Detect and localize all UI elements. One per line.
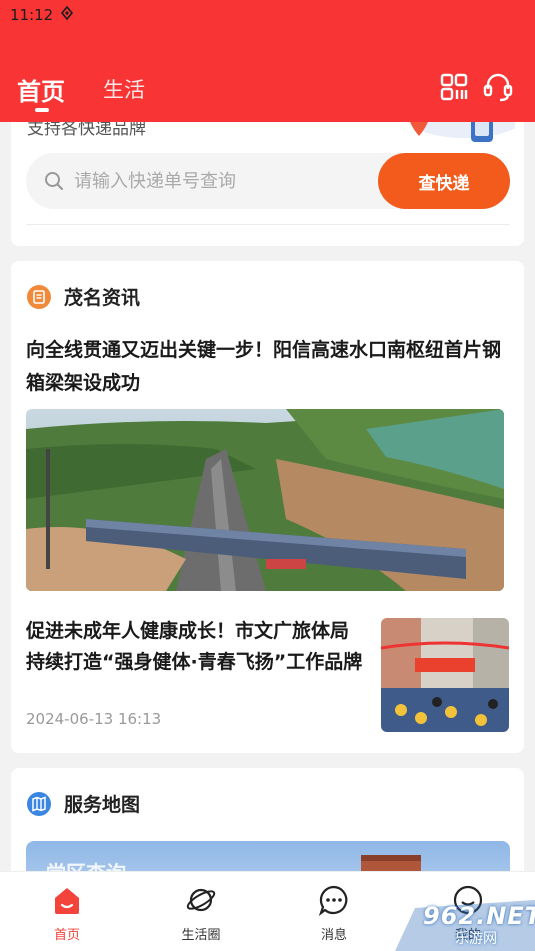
highway-photo — [26, 409, 504, 591]
message-icon — [318, 885, 348, 916]
news-list-item[interactable]: 促进未成年人健康成长！市文广旅体局持续打造“强身健体·青春飞扬”工作品牌 202… — [26, 616, 511, 736]
news-headline[interactable]: 向全线贯通又迈出关键一步！阳信高速水口南枢纽首片钢箱梁架设成功 — [26, 334, 511, 400]
tab-active-indicator — [35, 108, 49, 112]
query-express-button[interactable]: 查快递 — [378, 153, 510, 209]
tab-home[interactable]: 首页 — [17, 72, 65, 107]
watermark: 962.NET 乐游网 — [395, 898, 535, 951]
nav-label: 消息 — [320, 928, 347, 943]
news-card: 茂名资讯 向全线贯通又迈出关键一步！阳信高速水口南枢纽首片钢箱梁架设成功 促进未… — [11, 261, 524, 753]
nav-label: 首页 — [53, 928, 80, 943]
nav-messages[interactable]: 消息 — [289, 872, 379, 951]
status-time: 11:12 — [10, 6, 54, 24]
nav-home[interactable]: 首页 — [22, 872, 112, 951]
customer-service-icon[interactable] — [481, 70, 515, 104]
news-thumbnail — [381, 618, 509, 732]
planet-icon — [186, 888, 216, 912]
search-icon — [45, 172, 64, 191]
express-number-input[interactable] — [74, 161, 364, 201]
service-map-card: 服务地图 党区查询 — [11, 768, 524, 901]
home-icon — [55, 888, 79, 914]
divider — [26, 224, 510, 225]
news-headline: 促进未成年人健康成长！市文广旅体局持续打造“强身健体·青春飞扬”工作品牌 — [26, 620, 363, 673]
map-icon — [27, 792, 51, 816]
location-status-icon — [60, 6, 74, 21]
app-header: 11:12 首页 生活 — [0, 0, 535, 122]
news-image-highway[interactable] — [26, 409, 504, 591]
nav-life-circle[interactable]: 生活圈 — [156, 872, 246, 951]
scan-icon[interactable] — [437, 70, 471, 104]
watermark-subtext: 乐游网 — [455, 931, 497, 947]
news-icon — [27, 285, 51, 309]
news-date: 2024-06-13 16:13 — [26, 710, 162, 728]
nav-label: 生活圈 — [181, 928, 221, 943]
map-section-title: 服务地图 — [64, 794, 141, 816]
news-section-title: 茂名资讯 — [64, 287, 141, 309]
watermark-text: 962.NET — [423, 902, 535, 930]
express-search-box: 查快递 — [26, 153, 510, 209]
tab-life[interactable]: 生活 — [103, 74, 145, 104]
